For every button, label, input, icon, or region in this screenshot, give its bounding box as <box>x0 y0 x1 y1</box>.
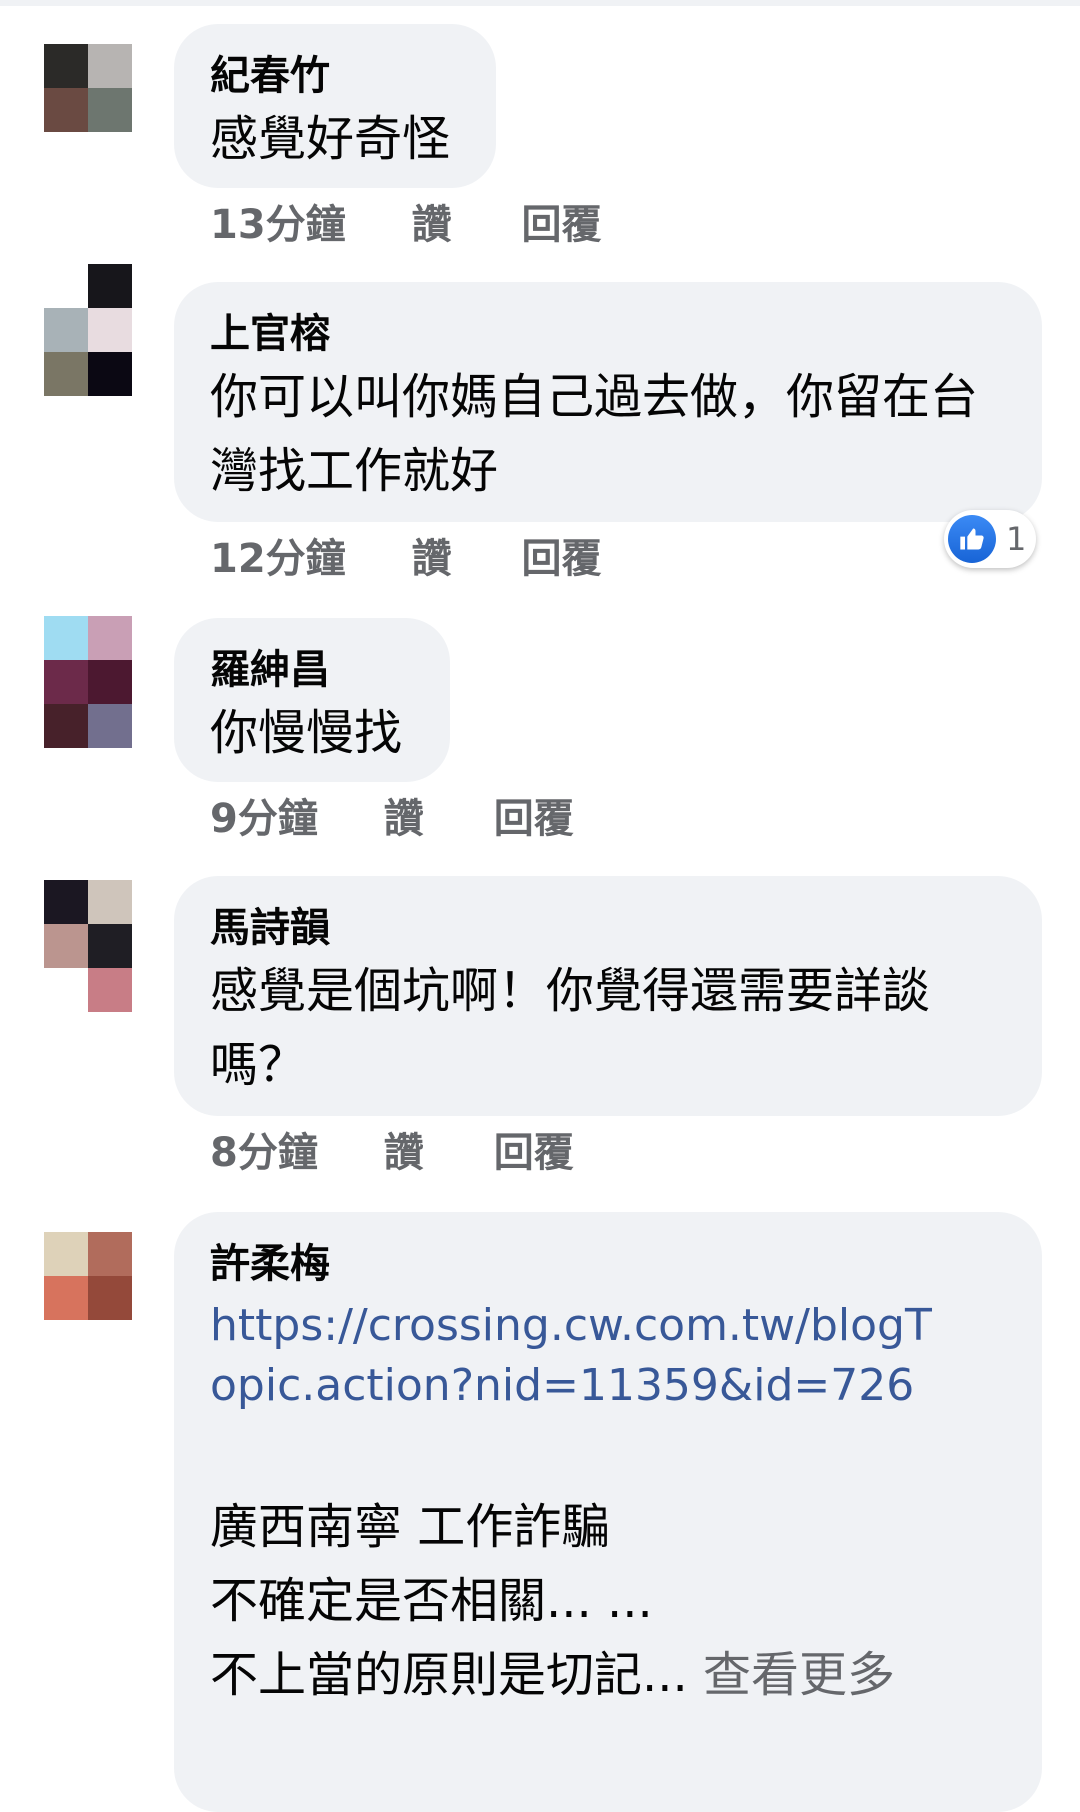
comment-text-line: 嗎？ <box>210 1037 307 1093</box>
avatar[interactable] <box>44 616 132 748</box>
avatar-pixel <box>88 968 132 1012</box>
comment-time[interactable]: 12分鐘 <box>210 526 346 584</box>
comment-author[interactable]: 許柔梅 <box>210 1238 942 1290</box>
comment-bubble: 馬詩韻 感覺是個坑啊！你覺得還需要詳談 嗎？ <box>174 876 1042 1116</box>
comment-link[interactable]: https://crossing.cw.com.tw/blogTopic.act… <box>210 1296 942 1416</box>
avatar-pixel <box>88 924 132 968</box>
comment-author[interactable]: 羅紳昌 <box>210 644 414 696</box>
avatar-pixel <box>44 968 88 1012</box>
comment-author[interactable]: 馬詩韻 <box>210 902 1006 954</box>
avatar[interactable] <box>44 44 132 132</box>
avatar-pixel <box>44 1232 88 1276</box>
avatar-pixel <box>88 264 132 308</box>
avatar-pixel <box>44 616 88 660</box>
reaction-summary[interactable]: 1 <box>944 510 1036 568</box>
comment-bubble: 紀春竹 感覺好奇怪 <box>174 24 496 188</box>
avatar-pixel <box>44 308 88 352</box>
avatar-pixel <box>44 704 88 748</box>
see-more-link[interactable]: 查看更多 <box>703 1647 895 1703</box>
avatar-pixel <box>88 352 132 396</box>
avatar-pixel <box>44 880 88 924</box>
avatar-pixel <box>88 704 132 748</box>
comment-bubble: 羅紳昌 你慢慢找 <box>174 618 450 782</box>
reply-button[interactable]: 回覆 <box>522 526 602 584</box>
reply-button[interactable]: 回覆 <box>494 786 574 844</box>
comment-author[interactable]: 上官榕 <box>210 308 1006 360</box>
comment-time[interactable]: 13分鐘 <box>210 192 346 250</box>
comment-text-line: 不上當的原則是切記... 查看更多 <box>210 1638 942 1712</box>
comment-text-line: 感覺是個坑啊！你覺得還需要詳談 <box>210 963 931 1019</box>
comment-actions: 13分鐘 讚 回覆 <box>210 192 602 250</box>
avatar-pixel <box>44 264 88 308</box>
avatar[interactable] <box>44 880 132 1012</box>
reaction-count: 1 <box>1006 520 1027 558</box>
avatar[interactable] <box>44 1232 132 1320</box>
thumbs-up-icon <box>948 515 996 563</box>
comment-actions: 12分鐘 讚 回覆 <box>210 526 602 584</box>
avatar-pixel <box>88 616 132 660</box>
like-button[interactable]: 讚 <box>412 526 452 584</box>
avatar-pixel <box>44 352 88 396</box>
avatar-pixel <box>88 308 132 352</box>
top-divider <box>0 0 1080 6</box>
like-button[interactable]: 讚 <box>412 192 452 250</box>
avatar-pixel <box>88 44 132 88</box>
like-button[interactable]: 讚 <box>384 786 424 844</box>
comment-bubble: 上官榕 你可以叫你媽自己過去做，你留在台 灣找工作就好 <box>174 282 1042 522</box>
reply-button[interactable]: 回覆 <box>494 1120 574 1178</box>
comment-actions: 9分鐘 讚 回覆 <box>210 786 574 844</box>
truncated-text: 不上當的原則是切記... <box>210 1647 688 1703</box>
avatar-pixel <box>88 88 132 132</box>
avatar-pixel <box>44 88 88 132</box>
avatar-pixel <box>88 880 132 924</box>
comment-text-line: 不確定是否相關... ... <box>210 1573 653 1629</box>
avatar-pixel <box>44 660 88 704</box>
avatar[interactable] <box>44 264 132 396</box>
comment-text-line: 廣西南寧 工作詐騙 <box>210 1499 610 1555</box>
comment-text: 感覺好奇怪 <box>210 111 451 167</box>
like-button[interactable]: 讚 <box>384 1120 424 1178</box>
avatar-pixel <box>88 1276 132 1320</box>
comment-time[interactable]: 9分鐘 <box>210 786 318 844</box>
comment-actions: 8分鐘 讚 回覆 <box>210 1120 574 1178</box>
comment-text-line: 灣找工作就好 <box>210 443 499 499</box>
reply-button[interactable]: 回覆 <box>522 192 602 250</box>
comment-text: 你慢慢找 <box>210 705 403 761</box>
avatar-pixel <box>88 1232 132 1276</box>
comment-bubble: 許柔梅 https://crossing.cw.com.tw/blogTopic… <box>174 1212 1042 1812</box>
avatar-pixel <box>44 44 88 88</box>
comment-time[interactable]: 8分鐘 <box>210 1120 318 1178</box>
comment-author[interactable]: 紀春竹 <box>210 50 460 102</box>
comment-text-line: 你可以叫你媽自己過去做，你留在台 <box>210 369 979 425</box>
avatar-pixel <box>44 1276 88 1320</box>
avatar-pixel <box>88 660 132 704</box>
avatar-pixel <box>44 924 88 968</box>
